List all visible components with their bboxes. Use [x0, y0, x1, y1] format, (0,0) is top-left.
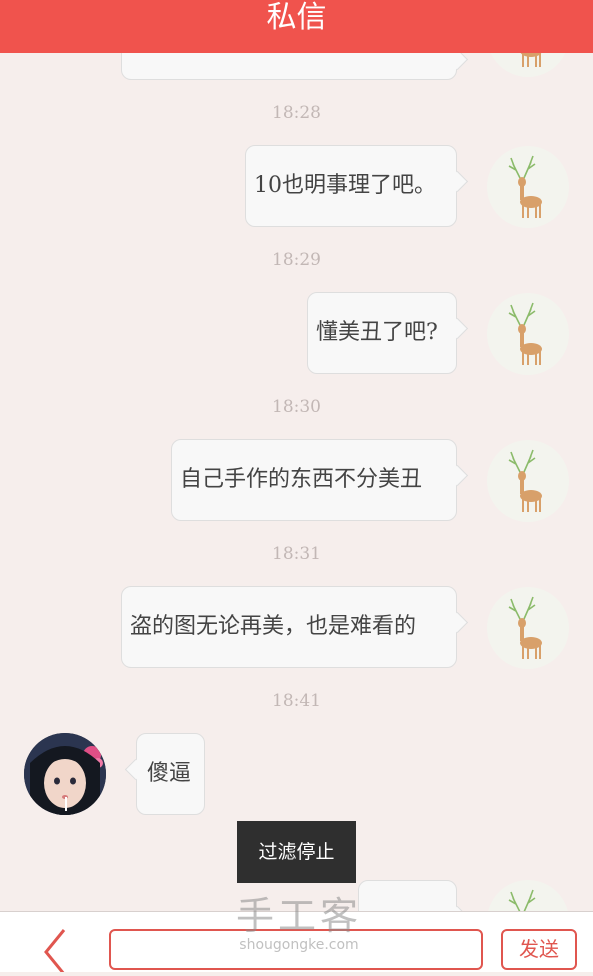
avatar-user[interactable]: [24, 733, 106, 815]
message-bubble-partial: [121, 53, 457, 80]
message-bubble[interactable]: 10也明事理了吧。: [245, 145, 457, 227]
timestamp: 18:41: [272, 691, 321, 711]
message-text: 傻逼: [147, 761, 192, 786]
message-bubble[interactable]: 懂美丑了吧?: [307, 292, 457, 374]
avatar-deer[interactable]: [487, 146, 569, 228]
timestamp: 18:31: [272, 544, 321, 564]
message-text: 10也明事理了吧。: [254, 173, 436, 198]
avatar-deer[interactable]: [487, 440, 569, 522]
message-bubble[interactable]: 盗的图无论再美，也是难看的: [121, 586, 457, 668]
back-button[interactable]: [38, 928, 78, 975]
avatar-deer[interactable]: [487, 53, 569, 77]
compose-bar: 发送: [0, 911, 593, 975]
message-bubble-partial: [358, 880, 457, 911]
message-text: 自己手作的东西不分美丑: [180, 467, 423, 492]
timestamp: 18:29: [272, 250, 321, 270]
message-text: 盗的图无论再美，也是难看的: [130, 614, 417, 639]
message-bubble[interactable]: 自己手作的东西不分美丑: [171, 439, 457, 521]
avatar-deer[interactable]: [487, 880, 569, 911]
timestamp: 18:28: [272, 103, 321, 123]
title-bar: 私信: [0, 0, 593, 53]
chevron-left-icon: [44, 929, 66, 975]
page-title: 私信: [266, 0, 327, 35]
message-text: 懂美丑了吧?: [316, 320, 438, 345]
message-input[interactable]: [109, 929, 483, 970]
message-list[interactable]: 18:28 10也明事理了吧。 18:29 懂美丑了吧? 18:30 自己手作的…: [0, 53, 593, 911]
avatar-deer[interactable]: [487, 587, 569, 669]
send-button[interactable]: 发送: [501, 929, 577, 970]
timestamp: 18:30: [272, 397, 321, 417]
message-bubble[interactable]: 傻逼: [136, 733, 205, 815]
toast-message: 过滤停止: [237, 821, 356, 883]
avatar-deer[interactable]: [487, 293, 569, 375]
